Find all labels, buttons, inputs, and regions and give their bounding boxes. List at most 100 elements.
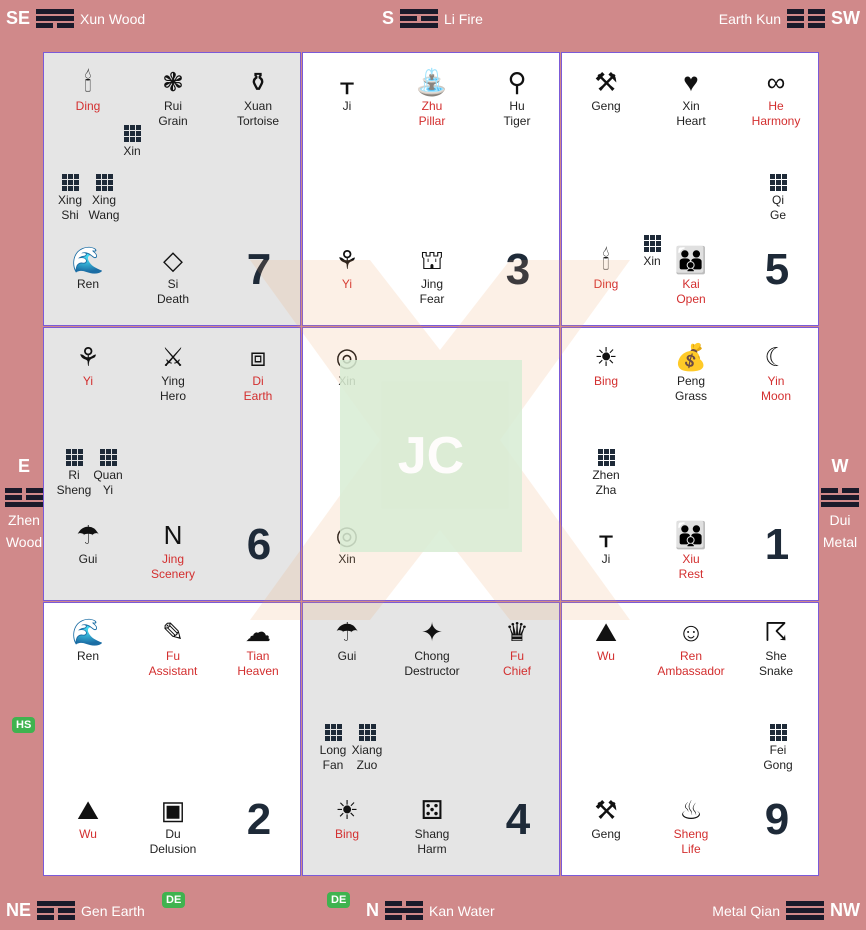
palace-item[interactable]: 🌊 Ren bbox=[48, 245, 128, 292]
grid-dots-icon bbox=[769, 174, 787, 191]
direction-label: E bbox=[17, 456, 30, 476]
sprout-icon: ⚘ bbox=[76, 341, 100, 372]
palace-4: ☂ Gui ✦ Chong Destructor ♛ Fu Chief ☀ Bing ⚄ Shang H… bbox=[302, 602, 560, 876]
star-label: Xin bbox=[643, 254, 661, 268]
palace-item[interactable]: ☺ Ren Ambassador bbox=[651, 617, 731, 679]
item-label: Peng bbox=[676, 374, 706, 388]
palace-item[interactable]: 👪 Xiu Rest bbox=[651, 520, 731, 582]
direction-name: Metal Qian bbox=[712, 902, 780, 919]
palace-item[interactable]: ♛ Fu Chief bbox=[477, 617, 557, 679]
grid-dots-icon bbox=[769, 724, 787, 741]
direction-sw: Earth Kun SW bbox=[719, 8, 860, 29]
item-sublabel: Open bbox=[676, 292, 706, 306]
trigram-icon bbox=[787, 9, 825, 28]
palace-item[interactable]: ☈ She Snake bbox=[736, 617, 816, 679]
item-label: Geng bbox=[591, 827, 621, 841]
item-label: Geng bbox=[591, 99, 621, 113]
item-sublabel: Chief bbox=[502, 664, 531, 678]
direction-element: Metal bbox=[822, 534, 858, 550]
star-marker[interactable]: Xiang Zuo bbox=[347, 718, 387, 773]
grid-dots-icon bbox=[324, 724, 342, 741]
palace-item[interactable]: ⚄ Shang Harm bbox=[392, 795, 472, 857]
palace-item[interactable]: ⚒ Geng bbox=[566, 795, 646, 842]
palace-item[interactable]: ♥ Xin Heart bbox=[651, 67, 731, 129]
palace-item[interactable]: ✦ Chong Destructor bbox=[392, 617, 472, 679]
direction-name: Xun Wood bbox=[80, 10, 146, 27]
moon-icon: ☾ bbox=[764, 341, 788, 372]
item-sublabel: Tortoise bbox=[236, 114, 280, 128]
palace-number: 2 bbox=[246, 795, 272, 844]
palace-item[interactable]: ⛲ Zhu Pillar bbox=[392, 67, 472, 129]
trigram-icon bbox=[786, 901, 824, 920]
star-marker[interactable]: Xin bbox=[632, 229, 672, 269]
star-sublabel: Ge bbox=[769, 208, 786, 222]
grid-dots-icon bbox=[358, 724, 376, 741]
de-badge[interactable]: DE bbox=[162, 892, 186, 908]
star-marker[interactable]: Xing Wang bbox=[84, 168, 124, 223]
palace-item[interactable]: ⚔ Ying Hero bbox=[133, 342, 213, 404]
direction-label: W bbox=[831, 456, 849, 476]
palace-item[interactable]: 🕯 Ding bbox=[48, 67, 128, 114]
ambassador-icon: ☺ bbox=[677, 616, 705, 647]
item-sublabel: Destructor bbox=[404, 664, 460, 678]
star-label: Qi bbox=[772, 193, 784, 207]
star-marker[interactable]: Xin bbox=[112, 119, 152, 159]
item-label: Wu bbox=[597, 649, 615, 663]
item-label: Gui bbox=[78, 552, 98, 566]
center-logo: JC bbox=[340, 360, 522, 552]
palace-item[interactable]: ▣ Du Delusion bbox=[133, 795, 213, 857]
destructor-icon: ✦ bbox=[421, 616, 443, 647]
hero-icon: ⚔ bbox=[161, 341, 185, 372]
palace-item[interactable]: ⚘ Yi bbox=[48, 342, 128, 389]
rain-cloud-icon: ☂ bbox=[76, 519, 100, 550]
direction-name: Dui bbox=[829, 512, 851, 528]
item-label: She bbox=[765, 649, 787, 663]
direction-e: E Zhen Wood bbox=[2, 455, 46, 553]
item-label: Xin bbox=[682, 99, 700, 113]
palace-item[interactable]: ⚒ Geng bbox=[566, 67, 646, 114]
palace-item[interactable]: ♨ Sheng Life bbox=[651, 795, 731, 857]
palace-item[interactable]: 🌊 Ren bbox=[48, 617, 128, 664]
star-marker[interactable]: Qi Ge bbox=[758, 168, 798, 223]
palace-item[interactable]: ◇ Si Death bbox=[133, 245, 213, 307]
palace-item[interactable]: ✎ Fu Assistant bbox=[133, 617, 213, 679]
item-sublabel: Ambassador bbox=[657, 664, 725, 678]
de-badge[interactable]: DE bbox=[327, 892, 351, 908]
star-marker[interactable]: Fei Gong bbox=[758, 718, 798, 773]
palace-item[interactable]: ⛰ Wu bbox=[566, 617, 646, 664]
palace-item[interactable]: 💰 Peng Grass bbox=[651, 342, 731, 404]
item-sublabel: Rest bbox=[678, 567, 704, 581]
direction-name: Kan Water bbox=[429, 902, 495, 919]
palace-item[interactable]: ᚁ Ji bbox=[307, 67, 387, 114]
trigram-icon bbox=[400, 9, 439, 28]
palace-item[interactable]: ⛰ Wu bbox=[48, 795, 128, 842]
palace-item[interactable]: ⚲ Hu Tiger bbox=[477, 67, 557, 129]
star-marker[interactable]: Quan Yi bbox=[88, 443, 128, 498]
palace-item[interactable]: ⚱ Xuan Tortoise bbox=[218, 67, 298, 129]
item-label: Ji bbox=[342, 99, 352, 113]
money-bag-icon: 💰 bbox=[674, 341, 708, 372]
star-sublabel: Yi bbox=[102, 483, 114, 497]
trigram-icon bbox=[5, 488, 43, 507]
item-label: Yi bbox=[82, 374, 94, 388]
palace-item[interactable]: N Jing Scenery bbox=[133, 520, 213, 582]
item-sublabel: Heaven bbox=[237, 664, 279, 678]
rain-cloud-icon: ☂ bbox=[335, 616, 359, 647]
trigram-icon bbox=[37, 901, 76, 920]
palace-item[interactable]: ☀ Bing bbox=[307, 795, 387, 842]
palace-item[interactable]: ☂ Gui bbox=[307, 617, 387, 664]
palace-item[interactable]: ∞ He Harmony bbox=[736, 67, 816, 129]
item-sublabel: Moon bbox=[760, 389, 792, 403]
direction-n: N Kan Water bbox=[366, 900, 495, 921]
snake-icon: ☈ bbox=[764, 616, 788, 647]
fountain-icon: ⛲ bbox=[415, 66, 449, 97]
item-label: Ren bbox=[679, 649, 702, 663]
palace-item[interactable]: ☁ Tian Heaven bbox=[218, 617, 298, 679]
item-label: Fu bbox=[509, 649, 524, 663]
item-label: Kai bbox=[682, 277, 700, 291]
direction-label: N bbox=[366, 900, 379, 920]
hs-badge[interactable]: HS bbox=[12, 717, 36, 733]
palace-item[interactable]: ☾ Yin Moon bbox=[736, 342, 816, 404]
grain-icon: ❃ bbox=[162, 66, 184, 97]
palace-item[interactable]: ☂ Gui bbox=[48, 520, 128, 567]
